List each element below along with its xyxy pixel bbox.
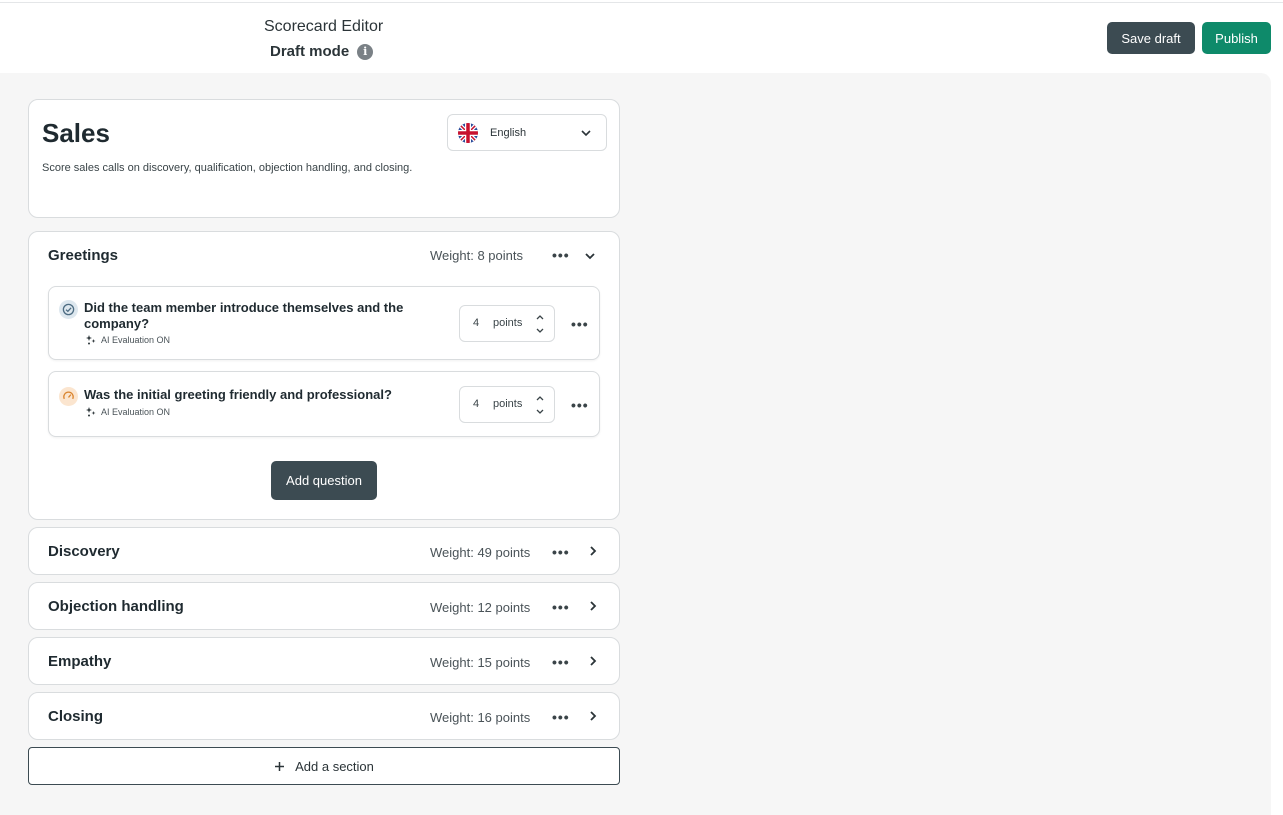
ai-evaluation-status: AI Evaluation ON (86, 335, 170, 345)
more-options-icon[interactable]: ••• (571, 317, 589, 331)
section-title[interactable]: Closing (48, 708, 103, 725)
section-weight: Weight: 8 points (430, 248, 523, 263)
points-unit: points (493, 317, 523, 329)
draft-mode-text: Draft mode (270, 43, 350, 60)
add-section-button[interactable]: Add a section (28, 747, 620, 785)
points-unit: points (493, 398, 523, 410)
section-closing[interactable]: Closing Weight: 16 points ••• (28, 692, 620, 740)
more-options-icon[interactable]: ••• (552, 600, 570, 614)
stepper-arrows-icon[interactable] (535, 313, 545, 335)
points-value[interactable]: 4 (473, 398, 479, 410)
section-title[interactable]: Greetings (48, 247, 118, 264)
more-options-icon[interactable]: ••• (552, 545, 570, 559)
section-empathy[interactable]: Empathy Weight: 15 points ••• (28, 637, 620, 685)
page-title: Scorecard Editor (264, 18, 384, 35)
stepper-arrows-icon[interactable] (535, 394, 545, 416)
ai-evaluation-status: AI Evaluation ON (86, 407, 170, 417)
more-options-icon[interactable]: ••• (552, 710, 570, 724)
uk-flag-icon (458, 122, 478, 143)
section-title[interactable]: Discovery (48, 543, 120, 560)
section-weight: Weight: 15 points (430, 655, 531, 670)
question-text[interactable]: Did the team member introduce themselves… (84, 300, 414, 332)
chevron-right-icon[interactable] (586, 709, 600, 723)
section-weight: Weight: 12 points (430, 600, 531, 615)
section-weight: Weight: 49 points (430, 545, 531, 560)
info-icon[interactable]: i (357, 43, 374, 60)
add-question-button[interactable]: Add question (271, 461, 377, 500)
draft-mode-label: Draft mode i (270, 43, 374, 60)
points-stepper[interactable]: 4 points (459, 386, 555, 423)
ai-evaluation-label: AI Evaluation ON (101, 335, 171, 345)
section-weight: Weight: 16 points (430, 710, 531, 725)
chevron-down-icon (581, 130, 591, 137)
chevron-right-icon[interactable] (586, 599, 600, 613)
language-select[interactable]: English (447, 114, 607, 151)
sparkle-icon (86, 335, 96, 345)
add-section-label: Add a section (295, 758, 374, 774)
section-title[interactable]: Empathy (48, 653, 111, 670)
section-objection-handling[interactable]: Objection handling Weight: 12 points ••• (28, 582, 620, 630)
publish-button[interactable]: Publish (1202, 22, 1271, 54)
section-title[interactable]: Objection handling (48, 598, 184, 615)
scorecard-info-card: Sales Score sales calls on discovery, qu… (28, 99, 620, 218)
points-stepper[interactable]: 4 points (459, 305, 555, 342)
points-value[interactable]: 4 (473, 317, 479, 329)
ai-evaluation-label: AI Evaluation ON (101, 407, 171, 417)
question-text[interactable]: Was the initial greeting friendly and pr… (84, 387, 414, 403)
gauge-icon (59, 387, 78, 406)
section-discovery[interactable]: Discovery Weight: 49 points ••• (28, 527, 620, 575)
sparkle-icon (86, 407, 96, 417)
chevron-right-icon[interactable] (586, 654, 600, 668)
section-greetings: Greetings Weight: 8 points ••• Did the t… (28, 231, 620, 520)
plus-icon (275, 761, 285, 771)
more-options-icon[interactable]: ••• (571, 398, 589, 412)
more-options-icon[interactable]: ••• (552, 248, 570, 262)
scorecard-description[interactable]: Score sales calls on discovery, qualific… (42, 162, 412, 174)
page-header: Scorecard Editor Draft mode i Save draft… (0, 3, 1283, 73)
language-value: English (490, 126, 527, 139)
check-circle-icon (59, 300, 78, 319)
question-card[interactable]: Was the initial greeting friendly and pr… (48, 371, 600, 437)
more-options-icon[interactable]: ••• (552, 655, 570, 669)
save-draft-button[interactable]: Save draft (1107, 22, 1195, 54)
scorecard-title[interactable]: Sales (42, 118, 110, 149)
chevron-down-icon[interactable] (584, 250, 596, 262)
question-card[interactable]: Did the team member introduce themselves… (48, 286, 600, 360)
chevron-right-icon[interactable] (586, 544, 600, 558)
